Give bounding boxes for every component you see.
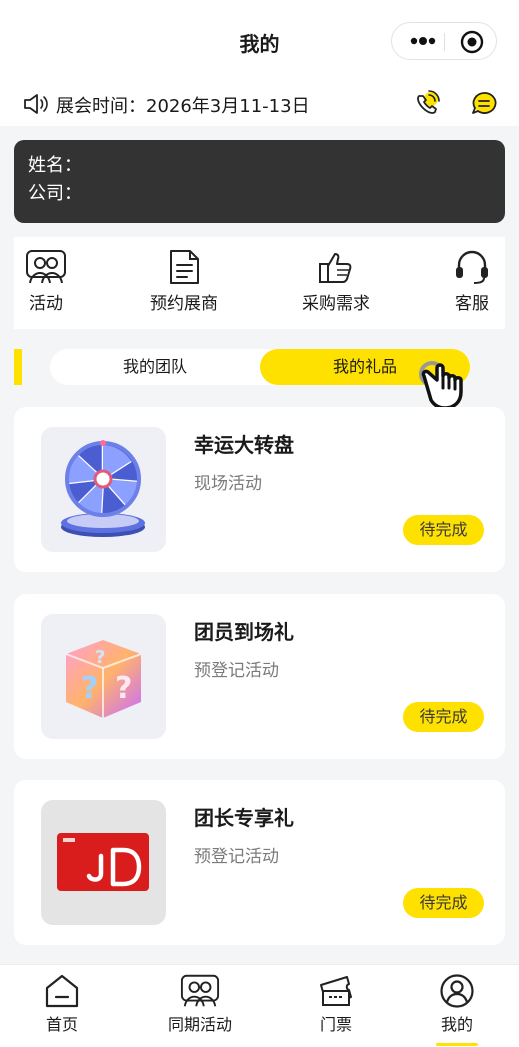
function-menu: 活动 预约展商 采购需求 客服 [14, 237, 505, 329]
tab-my-team[interactable]: 我的团队 [50, 349, 260, 385]
svg-text:?: ? [115, 671, 132, 706]
gift-status-button[interactable]: 待完成 [403, 515, 484, 545]
more-options-icon[interactable] [408, 32, 438, 50]
user-info-card: 姓名： 公司： [14, 140, 505, 223]
document-icon [170, 250, 199, 284]
menu-item-activity[interactable]: 活动 [24, 249, 68, 314]
thumbs-up-icon [319, 253, 352, 283]
segment-tabs: 我的团队 我的礼品 [50, 349, 470, 385]
menu-item-book-exhibitor[interactable]: 预约展商 [144, 249, 224, 314]
gift-card[interactable]: 幸运大转盘 现场活动 待完成 [14, 407, 505, 572]
tab-tickets[interactable]: 门票 [314, 973, 358, 1035]
section-accent-bar [14, 349, 22, 385]
menu-label-purchase-demand: 采购需求 [302, 294, 370, 314]
message-icon[interactable] [468, 88, 500, 120]
menu-label-customer-service: 客服 [455, 294, 489, 314]
headset-icon [456, 250, 488, 284]
name-label: 姓名： [28, 155, 82, 176]
tab-mine[interactable]: 我的 [436, 973, 478, 1035]
prize-wheel-image [41, 427, 166, 552]
phone-icon[interactable] [410, 88, 442, 120]
people-icon [26, 250, 66, 284]
gift-subtitle: 现场活动 [194, 474, 262, 494]
active-tab-indicator [436, 1043, 478, 1046]
menu-item-customer-service[interactable]: 客服 [452, 249, 492, 314]
top-navigation-bar: 我的 [0, 0, 519, 82]
bottom-tab-bar: 首页 同期活动 门票 我的 [0, 964, 519, 1047]
gift-subtitle: 预登记活动 [194, 847, 279, 867]
svg-text:?: ? [81, 671, 98, 706]
people-icon [180, 974, 220, 1007]
mini-program-capsule [391, 22, 497, 60]
speaker-icon [24, 94, 48, 114]
tab-label-home: 首页 [45, 1015, 78, 1034]
notice-bar: 展会时间：2026年3月11-13日 [0, 82, 519, 126]
gift-title: 团员到场礼 [194, 620, 294, 644]
tab-home[interactable]: 首页 [40, 973, 84, 1035]
gift-title: 幸运大转盘 [194, 433, 294, 457]
tab-events[interactable]: 同期活动 [160, 973, 240, 1035]
hand-pointer-icon [419, 361, 463, 410]
ticket-icon [320, 976, 352, 1006]
gift-card[interactable]: ? ? ? 团员到场礼 预登记活动 待完成 [14, 594, 505, 759]
gift-status-button[interactable]: 待完成 [403, 702, 484, 732]
exhibition-time-text: 展会时间：2026年3月11-13日 [56, 96, 310, 117]
gift-card[interactable]: 团长专享礼 预登记活动 待完成 [14, 780, 505, 945]
capsule-divider [444, 33, 445, 51]
svg-text:?: ? [95, 647, 105, 668]
mystery-box-image: ? ? ? [41, 614, 166, 739]
jd-gift-card-image [41, 800, 166, 925]
user-icon [440, 974, 474, 1008]
menu-label-activity: 活动 [29, 294, 63, 314]
tab-label-mine: 我的 [440, 1015, 473, 1034]
company-label: 公司： [28, 183, 82, 204]
tab-label-tickets: 门票 [319, 1015, 352, 1034]
gift-title: 团长专享礼 [194, 806, 294, 830]
menu-label-book-exhibitor: 预约展商 [150, 294, 218, 314]
menu-item-purchase-demand[interactable]: 采购需求 [296, 249, 376, 314]
tab-label-events: 同期活动 [167, 1015, 232, 1034]
gift-status-button[interactable]: 待完成 [403, 888, 484, 918]
home-icon [45, 974, 79, 1008]
close-miniprogram-icon[interactable] [460, 30, 484, 54]
gift-subtitle: 预登记活动 [194, 661, 279, 681]
